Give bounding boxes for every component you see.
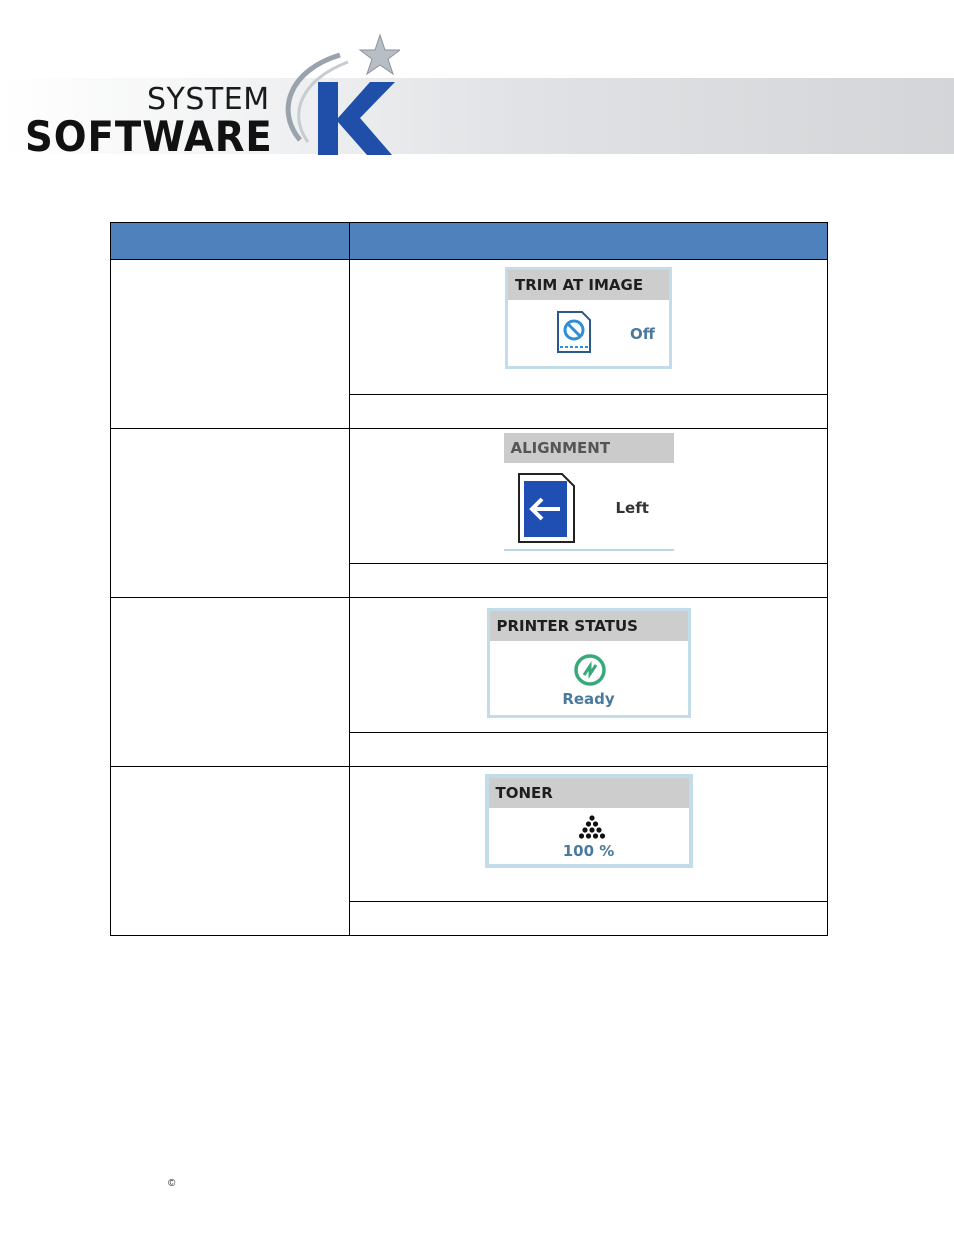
panel-title: PRINTER STATUS: [489, 611, 688, 641]
logo-software-text: SOFTWARE: [25, 112, 273, 161]
trim-off-icon: [557, 311, 591, 353]
widget-image-cell: ALIGNMENT Left: [349, 428, 828, 564]
logo-k-star-icon: K: [285, 33, 400, 155]
table-header-row: [110, 222, 828, 260]
table-row: TRIM AT IMAGE Off: [110, 259, 828, 429]
caption-cell: [349, 732, 828, 767]
caption-cell: [349, 901, 828, 936]
widget-image-cell: PRINTER STATUS Ready: [349, 597, 828, 733]
row-label-cell: [110, 597, 350, 767]
alignment-panel[interactable]: ALIGNMENT Left: [503, 433, 674, 551]
printer-status-value: Ready: [562, 690, 615, 708]
table-header-cell-2: [349, 222, 828, 260]
row-label-cell: [110, 766, 350, 936]
panel-title: TONER: [488, 778, 689, 808]
panel-title: TRIM AT IMAGE: [508, 270, 669, 300]
printer-ready-icon: [573, 654, 606, 686]
alignment-value: Left: [615, 499, 649, 517]
widget-image-cell: TRIM AT IMAGE Off: [349, 259, 828, 395]
widget-table: TRIM AT IMAGE Off ALIGNMENT Left PRINTER…: [110, 222, 828, 936]
table-row: TONER 100 %: [110, 766, 828, 936]
widget-image-cell: TONER 100 %: [349, 766, 828, 902]
toner-value: 100 %: [562, 842, 615, 860]
header-banner: SYSTEM SOFTWARE K: [0, 0, 954, 170]
row-label-cell: [110, 259, 350, 429]
trim-value: Off: [630, 325, 655, 343]
row-label-cell: [110, 428, 350, 598]
copyright-symbol: ©: [168, 1178, 176, 1189]
table-row: ALIGNMENT Left: [110, 428, 828, 598]
trim-at-image-panel[interactable]: TRIM AT IMAGE Off: [505, 267, 672, 369]
toner-pyramid-icon: [578, 815, 605, 839]
caption-cell: [349, 394, 828, 429]
table-row: PRINTER STATUS Ready: [110, 597, 828, 767]
printer-status-panel[interactable]: PRINTER STATUS Ready: [486, 608, 691, 718]
caption-cell: [349, 563, 828, 598]
toner-panel[interactable]: TONER 100 %: [484, 774, 693, 868]
align-left-arrow-icon: [517, 473, 575, 543]
table-header-cell-1: [110, 222, 350, 260]
panel-title: ALIGNMENT: [503, 433, 674, 463]
